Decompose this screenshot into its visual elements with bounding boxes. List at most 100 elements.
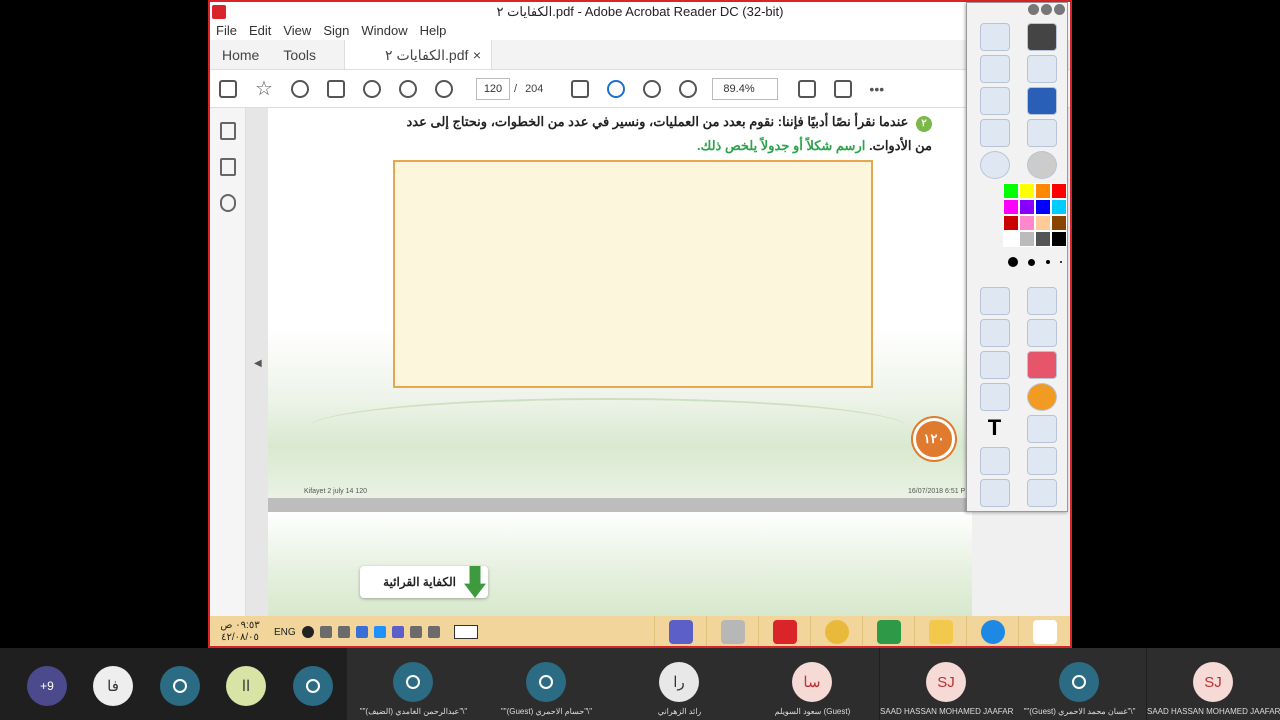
color-swatch[interactable] — [1035, 215, 1051, 231]
save-icon[interactable] — [219, 79, 237, 98]
color-swatch[interactable] — [1003, 199, 1019, 215]
collapse-pane-icon[interactable]: ◀ — [254, 358, 262, 369]
print-icon[interactable] — [327, 79, 345, 98]
tools-icon[interactable] — [979, 287, 1010, 315]
tray-stylus-icon[interactable] — [427, 626, 440, 638]
copy-page-icon[interactable] — [979, 447, 1010, 475]
store-app[interactable] — [862, 616, 914, 646]
id-card-icon[interactable] — [979, 55, 1010, 83]
undo-icon[interactable] — [1026, 479, 1057, 507]
refresh-icon[interactable] — [1026, 447, 1057, 475]
line-tool-icon[interactable] — [979, 383, 1010, 411]
globe-icon[interactable] — [979, 151, 1010, 179]
participant-tile[interactable]: ""(Guest) غسان محمد الاحمري"\" — [1013, 648, 1146, 720]
teams-app[interactable] — [654, 616, 706, 646]
participant-tile[interactable]: سا سعود السويلم (Guest) — [746, 648, 879, 720]
panel-close-icon[interactable] — [1054, 4, 1065, 15]
touch-keyboard-icon[interactable] — [453, 625, 478, 639]
color-swatch[interactable] — [1019, 215, 1035, 231]
shape-tool-icon[interactable] — [1026, 383, 1057, 411]
tray-app3-icon[interactable] — [373, 626, 386, 638]
zoom-out-icon[interactable] — [643, 79, 662, 98]
menu-view[interactable]: View — [277, 22, 317, 40]
find-icon[interactable] — [363, 79, 381, 98]
media-tool-icon[interactable] — [1026, 415, 1057, 443]
document-icon[interactable] — [1026, 55, 1057, 83]
start-button[interactable] — [1018, 616, 1070, 646]
menu-help[interactable]: Help — [414, 22, 453, 40]
tray-pen-icon[interactable] — [409, 626, 422, 638]
share-icon[interactable] — [1026, 23, 1057, 51]
tab-home[interactable]: Home — [210, 40, 271, 69]
pen-size-small-icon[interactable] — [1045, 260, 1050, 264]
pointer-icon[interactable] — [1026, 287, 1057, 315]
participant-tile[interactable]: را رائد الزهراني — [613, 648, 746, 720]
zoom-select[interactable]: 89.4% — [712, 77, 779, 100]
participant-tile[interactable]: SJ SAAD HASSAN MOHAMED JAAFAR — [880, 648, 1013, 720]
hand-tool-icon[interactable] — [607, 79, 626, 98]
color-swatch[interactable] — [1003, 215, 1019, 231]
zoom-in-icon[interactable] — [679, 79, 698, 98]
page-fit-icon[interactable] — [798, 79, 817, 98]
acrobat-app[interactable] — [758, 616, 810, 646]
text-tool-icon[interactable]: T — [980, 415, 1010, 443]
tray-network-icon[interactable] — [319, 626, 332, 638]
arrow-left-icon[interactable] — [1026, 119, 1057, 147]
ie-app[interactable] — [966, 616, 1018, 646]
whiteboard-app[interactable] — [706, 616, 758, 646]
color-swatch[interactable] — [1003, 183, 1019, 199]
file-explorer-app[interactable] — [914, 616, 966, 646]
chrome-app[interactable] — [810, 616, 862, 646]
color-swatch[interactable] — [1051, 199, 1067, 215]
bookmark-icon[interactable] — [219, 158, 236, 176]
tray-app2-icon[interactable] — [355, 626, 368, 638]
color-swatch[interactable] — [1019, 199, 1035, 215]
tray-clock[interactable]: ٠٩:٥٣ ص ٤٢/٠٨/٠٥ — [210, 620, 270, 644]
language-indicator[interactable]: ENG — [274, 627, 296, 638]
tray-app-icon[interactable] — [301, 626, 314, 638]
play-icon[interactable] — [1026, 151, 1057, 179]
pen-icon[interactable] — [1026, 319, 1057, 347]
eraser-icon[interactable] — [1026, 351, 1057, 379]
participant-bubble-3[interactable]: اا — [226, 666, 266, 706]
star-icon[interactable]: ☆ — [255, 79, 273, 99]
next-page-icon[interactable] — [435, 79, 453, 98]
upload-cloud-icon[interactable] — [291, 79, 309, 98]
tab-document[interactable]: الكفايات ٢.pdf × — [344, 40, 493, 69]
scroll-mode-icon[interactable] — [834, 79, 853, 98]
page-thumbnails-icon[interactable] — [219, 122, 236, 140]
menu-sign[interactable]: Sign — [317, 22, 355, 40]
tray-teams-icon[interactable] — [391, 626, 404, 638]
color-swatch[interactable] — [1035, 231, 1051, 247]
participant-tile[interactable]: ""(Guest) حسام الاحمري"\" — [480, 648, 613, 720]
previous-page-icon[interactable] — [399, 79, 417, 98]
color-swatch[interactable] — [1019, 231, 1035, 247]
color-swatch[interactable] — [1051, 231, 1067, 247]
screen-capture-icon[interactable] — [979, 479, 1010, 507]
select-cursor-icon[interactable] — [571, 79, 590, 98]
more-tools-icon[interactable]: ••• — [869, 81, 884, 97]
color-swatch[interactable] — [1051, 215, 1067, 231]
color-swatch[interactable] — [1035, 183, 1051, 199]
menu-file[interactable]: File — [210, 22, 243, 40]
color-swatch[interactable] — [1019, 183, 1035, 199]
tab-close-icon[interactable]: × — [473, 40, 481, 69]
panel-minimize-icon[interactable] — [1028, 4, 1039, 15]
pen-size-tiny-icon[interactable] — [1059, 261, 1062, 263]
pen-size-selector[interactable] — [1003, 255, 1067, 269]
pen-size-medium-icon[interactable] — [1028, 258, 1036, 266]
paint-bucket-icon[interactable] — [979, 351, 1010, 379]
menu-window[interactable]: Window — [355, 22, 413, 40]
signature-icon[interactable] — [1026, 87, 1057, 115]
participant-bubble-4[interactable] — [293, 666, 333, 706]
tray-volume-icon[interactable] — [337, 626, 350, 638]
highlighter-icon[interactable] — [979, 319, 1010, 347]
settings-tools-icon[interactable] — [979, 87, 1010, 115]
arrow-right-icon[interactable] — [979, 119, 1010, 147]
more-participants-badge[interactable]: +9 — [27, 666, 67, 706]
user-pen-icon[interactable] — [979, 23, 1010, 51]
color-swatch[interactable] — [1035, 199, 1051, 215]
attachment-icon[interactable] — [219, 194, 236, 212]
pen-size-large-icon[interactable] — [1008, 257, 1019, 267]
participant-bubble-1[interactable]: فا — [93, 666, 133, 706]
